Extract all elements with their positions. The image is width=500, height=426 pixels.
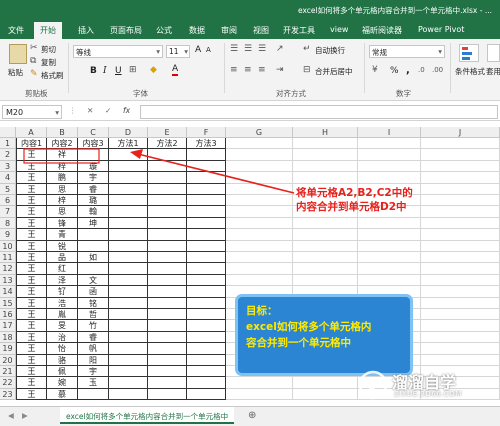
watermark-url: ZIXUE.3D66.COM [394,390,462,398]
watermark-logo-icon [358,370,388,400]
highlight-rect [23,148,100,164]
add-sheet-icon[interactable]: ⊕ [248,410,256,421]
annotation-line-2: 内容合并到单元格D2中 [296,201,407,213]
goal-line-2: 容合并到一个单元格中 [246,337,351,349]
goal-line-1: excel如何将多个单元格内 [246,321,372,333]
goal-box: 目标： excel如何将多个单元格内 容合并到一个单元格中 [238,297,410,373]
sheet-tab-bar: ◀ ▶ excel如何将多个单元格内容合并到一个单元格中 ⊕ [0,406,500,426]
watermark: 溜溜自学 ZIXUE.3D66.COM [358,368,498,404]
goal-title: 目标： [246,305,278,317]
annotation-line-1: 将单元格A2,B2,C2中的 [296,187,413,199]
sheet-tab-active[interactable]: excel如何将多个单元格内容合并到一个单元格中 [60,407,235,424]
annotation-arrow [137,153,295,194]
annotation-text: 将单元格A2,B2,C2中的 内容合并到单元格D2中 [296,186,413,214]
arrow-head [130,149,143,159]
next-sheet-icon[interactable]: ▶ [22,411,28,420]
prev-sheet-icon[interactable]: ◀ [8,411,14,420]
